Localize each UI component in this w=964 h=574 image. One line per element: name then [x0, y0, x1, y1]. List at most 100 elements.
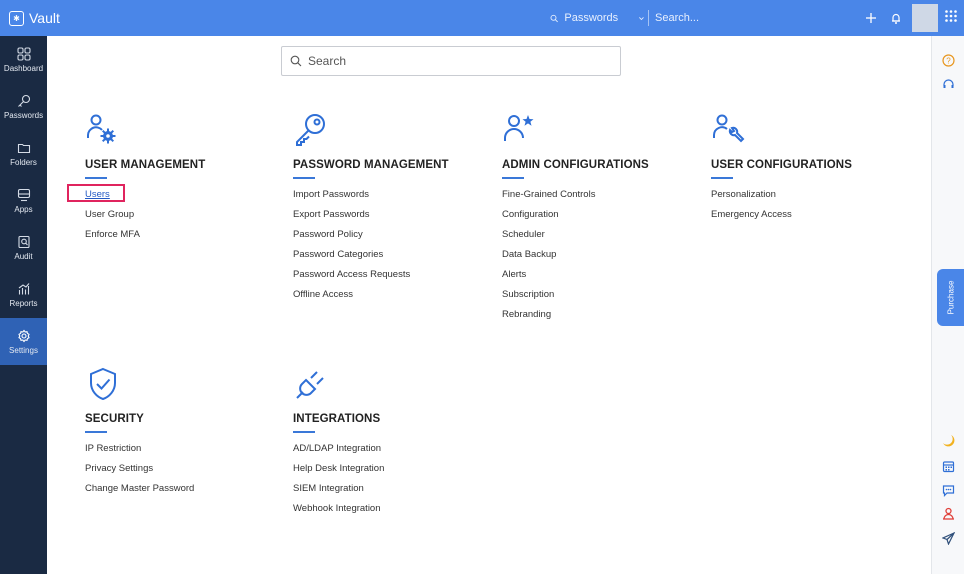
chat-icon[interactable] — [940, 482, 956, 498]
settings-search-input[interactable]: Search — [281, 46, 621, 76]
link-change-master-password[interactable]: Change Master Password — [85, 482, 285, 502]
nav-item-settings[interactable]: Settings — [0, 318, 47, 365]
audit-icon — [17, 235, 30, 248]
link-siem-integration[interactable]: SIEM Integration — [293, 482, 493, 502]
link-configuration[interactable]: Configuration — [502, 208, 702, 228]
section-admin-configurations: ADMIN CONFIGURATIONS Fine-Grained Contro… — [502, 112, 702, 328]
link-webhook-integration[interactable]: Webhook Integration — [293, 502, 493, 522]
section-underline — [293, 177, 315, 179]
settings-icon — [17, 329, 30, 342]
search-icon — [550, 14, 558, 22]
nav-item-audit[interactable]: Audit — [0, 224, 47, 271]
link-password-access-requests[interactable]: Password Access Requests — [293, 268, 493, 288]
top-bar: ✱ Vault Passwords Search... — [0, 0, 964, 36]
shield-check-icon — [90, 367, 116, 401]
user-wrench-icon — [713, 114, 745, 143]
support-icon[interactable] — [940, 76, 956, 92]
link-help-desk-integration[interactable]: Help Desk Integration — [293, 462, 493, 482]
key-icon — [296, 114, 325, 146]
search-divider — [648, 10, 649, 26]
nav-label: Apps — [14, 204, 33, 214]
reports-icon — [18, 282, 29, 294]
user-gear-icon — [87, 114, 116, 144]
search-scope-label: Passwords — [564, 12, 619, 24]
nav-item-reports[interactable]: Reports — [0, 271, 47, 318]
section-title: PASSWORD MANAGEMENT — [293, 159, 449, 171]
nav-label: Passwords — [3, 110, 44, 120]
user-pin-icon[interactable] — [940, 505, 956, 521]
send-icon[interactable] — [940, 530, 956, 546]
left-nav: Dashboard Passwords Folders Apps Audit R… — [0, 36, 47, 574]
nav-label: Folders — [10, 157, 37, 167]
folder-icon — [17, 143, 30, 153]
user-star-icon — [504, 115, 534, 141]
link-users[interactable]: Users — [67, 184, 285, 208]
link-personalization[interactable]: Personalization — [711, 188, 911, 208]
calendar-icon[interactable] — [940, 458, 956, 474]
nav-label: Settings — [9, 345, 38, 355]
plug-icon — [296, 371, 324, 399]
help-icon[interactable]: ? — [940, 52, 956, 68]
section-security: SECURITY IP Restriction Privacy Settings… — [85, 366, 285, 502]
highlight-box — [67, 184, 125, 202]
link-fine-grained-controls[interactable]: Fine-Grained Controls — [502, 188, 702, 208]
link-emergency-access[interactable]: Emergency Access — [711, 208, 911, 228]
link-rebranding[interactable]: Rebranding — [502, 308, 702, 328]
link-data-backup[interactable]: Data Backup — [502, 248, 702, 268]
section-underline — [502, 177, 524, 179]
link-scheduler[interactable]: Scheduler — [502, 228, 702, 248]
section-integrations: INTEGRATIONS AD/LDAP Integration Help De… — [293, 366, 493, 522]
search-scope-select[interactable]: Passwords — [540, 7, 645, 29]
section-title: USER MANAGEMENT — [85, 159, 206, 171]
section-title: SECURITY — [85, 413, 144, 425]
link-password-policy[interactable]: Password Policy — [293, 228, 493, 248]
grid-icon[interactable] — [944, 9, 958, 28]
nav-item-passwords[interactable]: Passwords — [0, 83, 47, 130]
link-subscription[interactable]: Subscription — [502, 288, 702, 308]
nav-item-folders[interactable]: Folders — [0, 130, 47, 177]
apps-icon — [17, 188, 30, 201]
avatar[interactable] — [912, 4, 938, 32]
link-ip-restriction[interactable]: IP Restriction — [85, 442, 285, 462]
section-underline — [85, 431, 107, 433]
link-offline-access[interactable]: Offline Access — [293, 288, 493, 308]
link-enforce-mfa[interactable]: Enforce MFA — [85, 228, 285, 248]
nav-item-dashboard[interactable]: Dashboard — [0, 36, 47, 83]
nav-label: Audit — [14, 251, 33, 261]
section-underline — [711, 177, 733, 179]
chevron-down-icon — [639, 16, 644, 20]
section-title: USER CONFIGURATIONS — [711, 159, 852, 171]
vault-logo-icon: ✱ — [9, 10, 24, 26]
section-user-management: USER MANAGEMENT Users User Group Enforce… — [67, 112, 285, 248]
nav-item-apps[interactable]: Apps — [0, 177, 47, 224]
plus-icon[interactable] — [861, 8, 881, 28]
dashboard-icon — [16, 46, 31, 61]
moon-icon[interactable] — [940, 432, 956, 448]
nav-label: Reports — [9, 298, 38, 308]
bell-icon[interactable] — [886, 8, 906, 28]
section-password-management: PASSWORD MANAGEMENT Import Passwords Exp… — [293, 112, 493, 308]
link-ad-ldap-integration[interactable]: AD/LDAP Integration — [293, 442, 493, 462]
section-user-configurations: USER CONFIGURATIONS Personalization Emer… — [711, 112, 911, 228]
svg-text:?: ? — [946, 56, 951, 65]
link-privacy-settings[interactable]: Privacy Settings — [85, 462, 285, 482]
app-name: Vault — [29, 10, 60, 26]
section-title: ADMIN CONFIGURATIONS — [502, 159, 649, 171]
search-icon — [290, 55, 302, 67]
brand[interactable]: ✱ Vault — [0, 10, 300, 26]
global-search-input[interactable]: Search... — [655, 7, 835, 29]
link-alerts[interactable]: Alerts — [502, 268, 702, 288]
section-underline — [85, 177, 107, 179]
link-export-passwords[interactable]: Export Passwords — [293, 208, 493, 228]
search-placeholder: Search — [308, 54, 347, 68]
settings-panel: Search USER MANAGEMENT Users User Group … — [47, 36, 931, 574]
link-import-passwords[interactable]: Import Passwords — [293, 188, 493, 208]
nav-label: Dashboard — [3, 63, 44, 73]
key-icon — [17, 94, 30, 107]
section-title: INTEGRATIONS — [293, 413, 381, 425]
link-password-categories[interactable]: Password Categories — [293, 248, 493, 268]
link-user-group[interactable]: User Group — [85, 208, 285, 228]
section-underline — [293, 431, 315, 433]
purchase-tab[interactable]: Purchase — [937, 269, 964, 326]
purchase-label: Purchase — [946, 280, 956, 315]
